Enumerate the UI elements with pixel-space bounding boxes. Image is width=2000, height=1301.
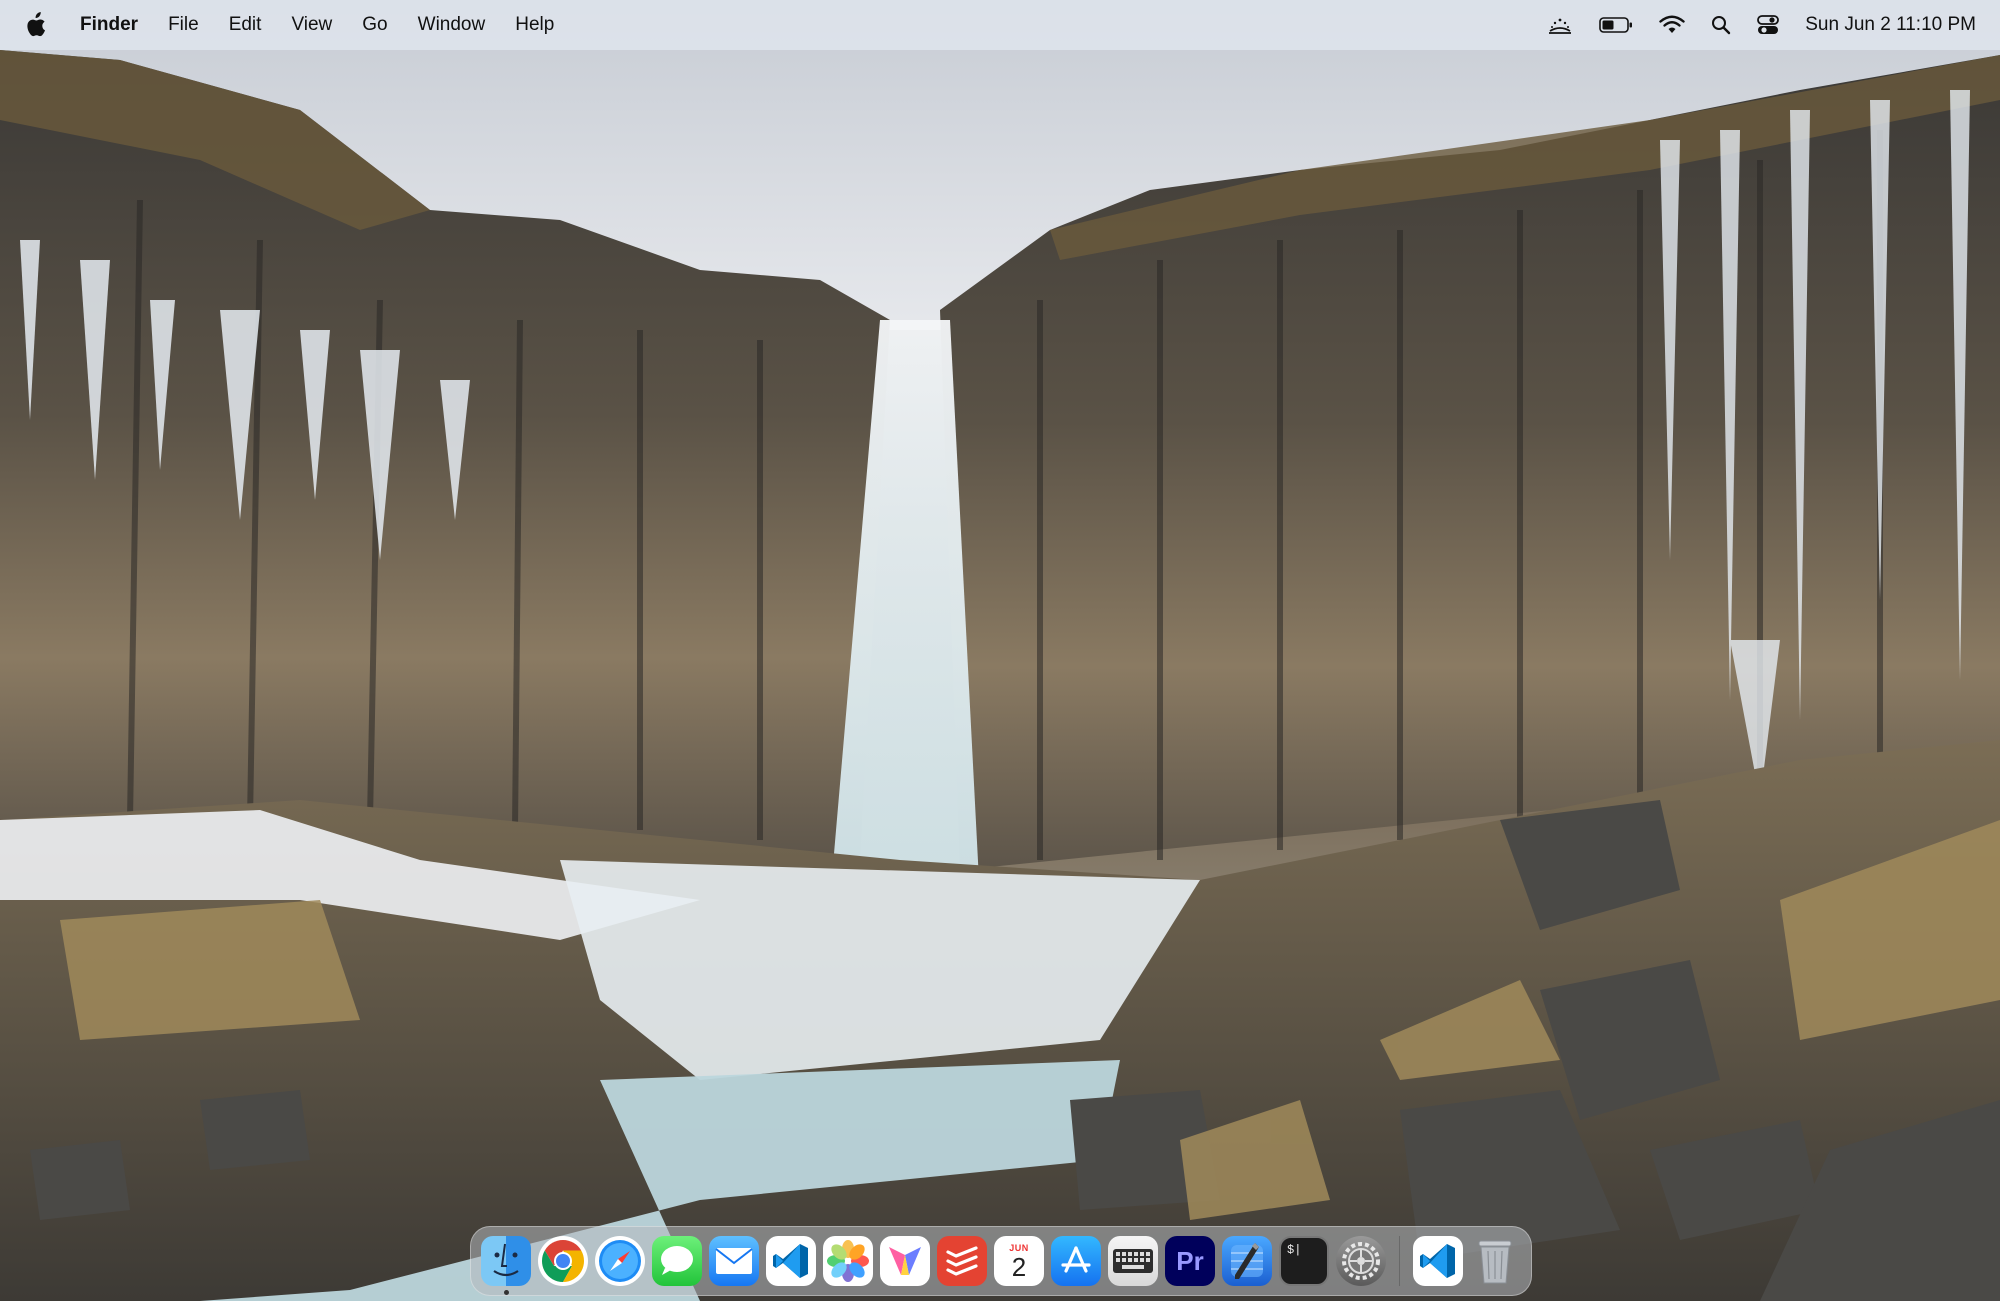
terminal-prompt: $|	[1287, 1243, 1302, 1257]
menu-view[interactable]: View	[291, 14, 332, 36]
wifi-icon[interactable]	[1659, 10, 1685, 40]
dock-xcode-icon[interactable]	[1222, 1236, 1272, 1286]
menu-file[interactable]: File	[168, 14, 199, 36]
apple-logo-icon[interactable]	[24, 10, 50, 40]
dock-vscode-recent-icon[interactable]	[1413, 1236, 1463, 1286]
dock-finder-icon[interactable]	[481, 1236, 531, 1295]
menu-bar: Finder File Edit View Go Window Help Sun…	[0, 0, 2000, 50]
premiere-label: Pr	[1176, 1245, 1204, 1276]
dock-mail-icon[interactable]	[709, 1236, 759, 1286]
dock-vscode-icon[interactable]	[766, 1236, 816, 1286]
menu-help[interactable]: Help	[515, 14, 554, 36]
dock-trash-icon[interactable]	[1470, 1236, 1520, 1286]
weather-icon[interactable]	[1547, 10, 1573, 40]
dock-chrome-icon[interactable]	[538, 1236, 588, 1286]
dock-messages-icon[interactable]	[652, 1236, 702, 1286]
menu-app-finder[interactable]: Finder	[80, 14, 138, 36]
dock-terminal-icon[interactable]: $|	[1279, 1236, 1329, 1286]
dock-premiere-icon[interactable]: Pr	[1165, 1236, 1215, 1286]
dock: JUN 2 Pr $|	[470, 1226, 1532, 1296]
dock-keyboard-icon[interactable]	[1108, 1236, 1158, 1286]
menu-edit[interactable]: Edit	[229, 14, 262, 36]
dock-system-settings-icon[interactable]	[1336, 1236, 1386, 1286]
control-center-icon[interactable]	[1757, 10, 1780, 40]
menu-go[interactable]: Go	[362, 14, 387, 36]
dock-separator	[1399, 1236, 1400, 1286]
battery-icon[interactable]	[1599, 10, 1633, 40]
dock-vectorize-icon[interactable]	[880, 1236, 930, 1286]
menu-window[interactable]: Window	[418, 14, 486, 36]
calendar-day: 2	[1011, 1252, 1027, 1282]
menu-bar-clock[interactable]: Sun Jun 2 11:10 PM	[1805, 14, 1976, 36]
desktop-wallpaper	[0, 0, 2000, 1301]
dock-photos-icon[interactable]	[823, 1236, 873, 1286]
running-indicator	[503, 1290, 509, 1295]
dock-safari-icon[interactable]	[595, 1236, 645, 1286]
dock-calendar-icon[interactable]: JUN 2	[994, 1236, 1044, 1286]
spotlight-search-icon[interactable]	[1711, 10, 1731, 40]
dock-todoist-icon[interactable]	[937, 1236, 987, 1286]
dock-app-store-icon[interactable]	[1051, 1236, 1101, 1286]
